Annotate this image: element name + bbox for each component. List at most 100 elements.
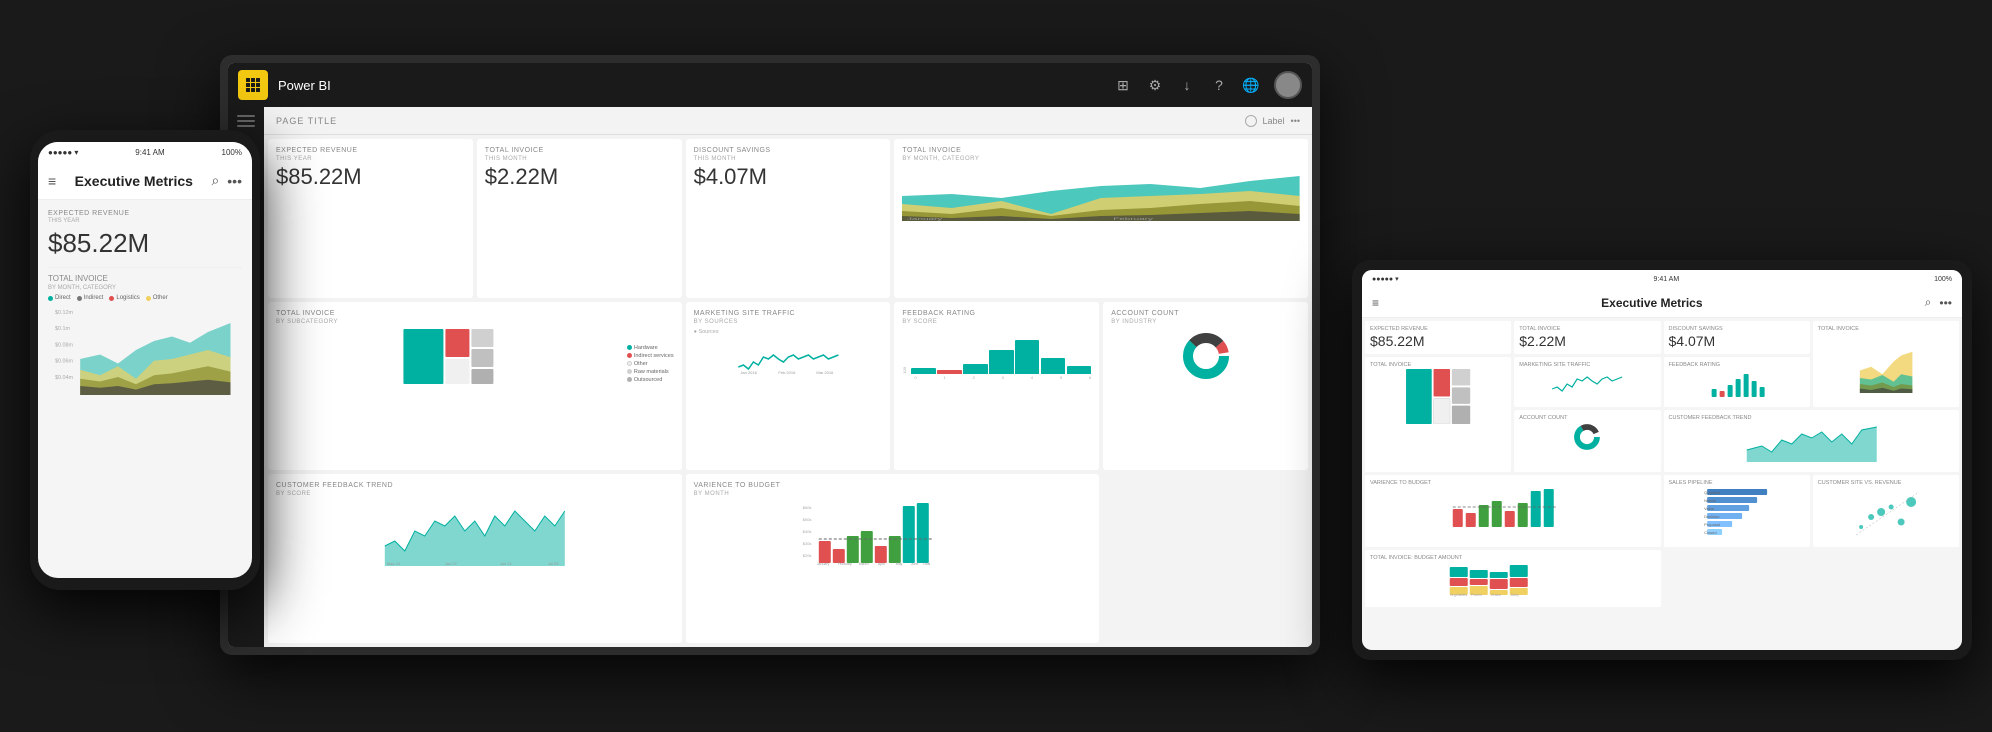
marketing-traffic-card: Marketing Site Traffic BY SOURCES ● Sour… xyxy=(686,302,891,471)
more-icon[interactable]: ••• xyxy=(227,173,242,189)
search-icon[interactable]: ⌕ xyxy=(211,172,219,189)
phone-invoice-sub: BY MONTH, CATEGORY xyxy=(48,285,242,291)
monitor-screen: Power BI ⊞ ⚙ ↓ ? 🌐 xyxy=(228,63,1312,647)
phone-screen-left: ●●●●● ▾ 9:41 AM 100% ≡ Executive Metrics… xyxy=(38,142,252,578)
tablet-sales-pipeline-card: Sales Pipeline Qualified Needs Value Dec… xyxy=(1664,475,1810,547)
download-icon[interactable]: ↓ xyxy=(1178,76,1196,94)
svg-text:$0.1m: $0.1m xyxy=(55,326,70,332)
tablet-menu-icon[interactable]: ≡ xyxy=(1372,296,1379,310)
marketing-traffic-sub: BY SOURCES xyxy=(694,319,883,325)
tablet-signal-icon: ●●●●● ▾ xyxy=(1372,275,1399,283)
svg-text:Dairy: Dairy xyxy=(1511,593,1519,597)
kpi-invoice-sub: THIS MONTH xyxy=(485,156,674,162)
powerbi-logo xyxy=(238,70,268,100)
total-invoice-treemap-card: Total Invoice BY SUBCATEGORY xyxy=(268,302,682,471)
powerbi-topbar: Power BI ⊞ ⚙ ↓ ? 🌐 xyxy=(228,63,1312,107)
tablet-battery: 100% xyxy=(1934,276,1952,283)
kpi-revenue-value: $85.22M xyxy=(276,166,465,188)
svg-text:Feb 2016: Feb 2016 xyxy=(778,370,796,375)
phone-device-left: ●●●●● ▾ 9:41 AM 100% ≡ Executive Metrics… xyxy=(30,130,260,590)
variance-chart: $60k $50k $40k $30k $20k xyxy=(694,501,1092,566)
tablet-nav-bar: ≡ Executive Metrics ⌕ ••• xyxy=(1362,288,1962,318)
tablet-invoice-value: $2.22M xyxy=(1519,333,1655,349)
svg-text:Needs: Needs xyxy=(1704,498,1716,503)
signal-icon: ●●●●● ▾ xyxy=(48,148,78,157)
svg-text:$0.06m: $0.06m xyxy=(55,359,73,365)
account-count-card: Account Count BY INDUSTRY xyxy=(1103,302,1308,471)
user-avatar[interactable] xyxy=(1274,71,1302,99)
tablet-customer-site-card: Customer Site vs. Revenue xyxy=(1813,475,1959,547)
donut-chart xyxy=(1181,331,1231,381)
svg-text:$40k: $40k xyxy=(802,529,811,534)
kpi-card-invoice: Total Invoice THIS MONTH $2.22M xyxy=(477,139,682,298)
tablet-marketing-label: Marketing Site Traffic xyxy=(1519,362,1655,368)
phone-revenue-label: Expected Revenue xyxy=(48,210,242,217)
svg-text:Total: Total xyxy=(922,562,930,566)
tablet-feedback-trend-label: Customer Feedback Trend xyxy=(1669,415,1955,421)
variance-budget-card: Varience to Budget BY MONTH $60k $50k $4… xyxy=(686,474,1100,643)
tablet-sales-label: Sales Pipeline xyxy=(1669,480,1805,486)
globe-icon[interactable]: 🌐 xyxy=(1242,76,1260,94)
page-title-bar: PAGE TITLE Label ••• xyxy=(264,107,1312,135)
phone-nav-bar: ≡ Executive Metrics ⌕ ••• xyxy=(38,162,252,200)
treemap-svg xyxy=(276,329,621,384)
svg-text:Jun 07: Jun 07 xyxy=(445,561,458,566)
tablet-search-icon[interactable]: ⌕ xyxy=(1925,295,1932,310)
tablet-invoice-budget-label: Total Invoice: Budget Amount xyxy=(1370,555,1656,561)
treemap-title: Total Invoice xyxy=(276,310,674,317)
hamburger-menu-icon[interactable]: ≡ xyxy=(48,173,56,189)
feedback-rating-sub: BY SCORE xyxy=(902,319,1091,325)
kpi-card-discount: Discount Savings THIS MONTH $4.07M xyxy=(686,139,891,298)
label-button[interactable]: Label ••• xyxy=(1245,115,1300,127)
svg-text:Proposal: Proposal xyxy=(1704,522,1720,527)
tablet-content-grid: Expected Revenue $85.22M Total Invoice $… xyxy=(1362,318,1962,610)
monitor-device: Power BI ⊞ ⚙ ↓ ? 🌐 xyxy=(220,55,1320,655)
kpi-revenue-sub: THIS YEAR xyxy=(276,156,465,162)
tablet-discount-label: Discount Savings xyxy=(1669,326,1805,332)
settings-icon[interactable]: ⚙ xyxy=(1146,76,1164,94)
hamburger-icon[interactable] xyxy=(237,115,255,127)
app-title: Power BI xyxy=(278,78,1114,93)
kpi-card-revenue: Expected Revenue THIS YEAR $85.22M xyxy=(268,139,473,298)
grid-icon[interactable]: ⊞ xyxy=(1114,76,1132,94)
tablet-site-label: Customer Site vs. Revenue xyxy=(1818,480,1954,486)
svg-text:Qualified: Qualified xyxy=(1704,490,1720,495)
svg-text:Jun 21: Jun 21 xyxy=(500,561,513,566)
variance-budget-title: Varience to Budget xyxy=(694,482,1092,489)
tablet-treemap-svg xyxy=(1370,369,1506,424)
tablet-time: 9:41 AM xyxy=(1654,276,1680,283)
svg-text:Value: Value xyxy=(1704,506,1715,511)
feedback-trend-sub: BY SCORE xyxy=(276,491,674,497)
tablet-feedback-card: Feedback Rating xyxy=(1664,357,1810,407)
feedback-trend-title: Customer Feedback Trend xyxy=(276,482,674,489)
svg-text:May: May xyxy=(895,562,902,566)
svg-text:January: January xyxy=(907,216,943,221)
battery-status: 100% xyxy=(222,148,242,157)
tablet-scatter-svg xyxy=(1818,487,1954,537)
topbar-icons: ⊞ ⚙ ↓ ? 🌐 xyxy=(1114,71,1302,99)
tablet-feedback-label: Feedback Rating xyxy=(1669,362,1805,368)
svg-text:March: March xyxy=(858,562,868,566)
tablet-invoice-budget-card: Total Invoice: Budget Amount Veget xyxy=(1365,550,1661,607)
svg-text:Jul 05: Jul 05 xyxy=(548,561,559,566)
help-icon[interactable]: ? xyxy=(1210,76,1228,94)
tablet-screen: ●●●●● ▾ 9:41 AM 100% ≡ Executive Metrics… xyxy=(1362,270,1962,650)
status-time: 9:41 AM xyxy=(135,148,164,157)
tablet-feedback-trend-card: Customer Feedback Trend xyxy=(1664,410,1960,472)
svg-text:Closed: Closed xyxy=(1704,530,1716,535)
svg-text:$30k: $30k xyxy=(802,541,811,546)
dashboard-grid: Expected Revenue THIS YEAR $85.22M Total… xyxy=(264,135,1312,647)
more-options-icon[interactable]: ••• xyxy=(1291,116,1300,126)
kpi-discount-value: $4.07M xyxy=(694,166,883,188)
svg-text:April: April xyxy=(877,562,884,566)
tablet-device-right: ●●●●● ▾ 9:41 AM 100% ≡ Executive Metrics… xyxy=(1352,260,1972,660)
svg-text:$50k: $50k xyxy=(802,517,811,522)
powerbi-body: PAGE TITLE Label ••• Expected Revenue TH… xyxy=(228,107,1312,647)
phone-status-bar: ●●●●● ▾ 9:41 AM 100% xyxy=(38,142,252,162)
total-invoice-area-card: Total Invoice BY MONTH, CATEGORY xyxy=(894,139,1308,298)
svg-text:Protein: Protein xyxy=(1471,593,1482,597)
treemap-sub: BY SUBCATEGORY xyxy=(276,319,674,325)
tablet-variance-label: Varience to Budget xyxy=(1370,480,1656,486)
tablet-more-icon[interactable]: ••• xyxy=(1939,296,1952,310)
svg-text:May 24: May 24 xyxy=(387,561,401,566)
